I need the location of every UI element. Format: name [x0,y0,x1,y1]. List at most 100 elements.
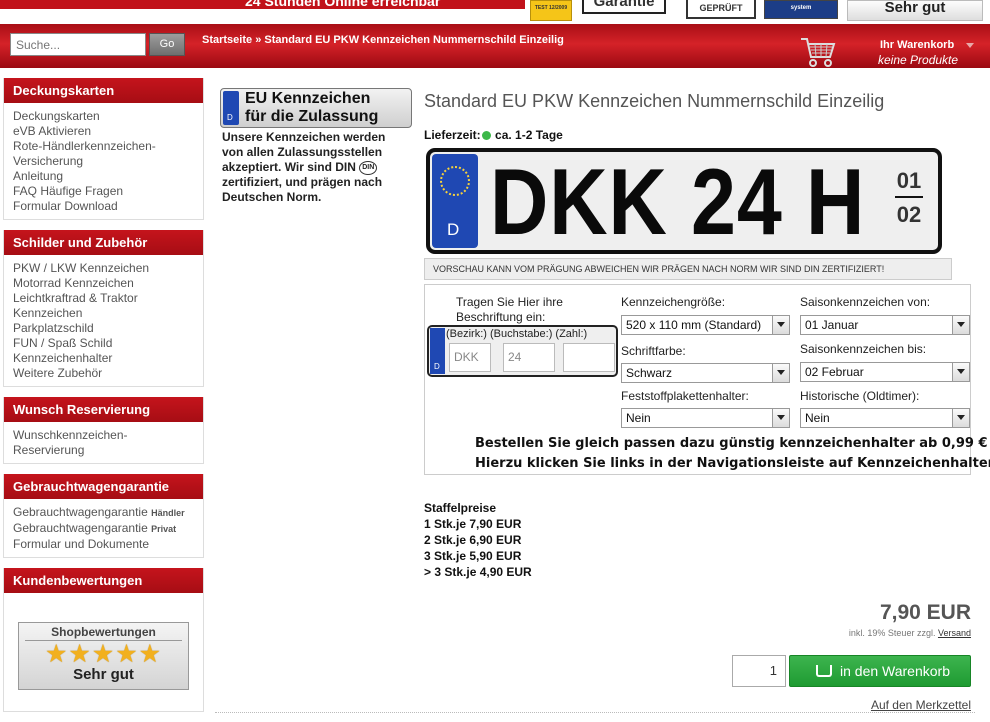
geprueft-badge: GEPRÜFT [686,0,756,19]
sidebar-item[interactable]: Rote-Händlerkennzeichen- [13,139,194,154]
plate-input: D (Bezirk:) (Buchstabe:) (Zahl:) DKK 24 [427,325,618,377]
sidebar-item[interactable]: Reservierung [13,443,194,458]
sidebar-item[interactable]: Gebrauchtwagengarantie Händler [13,505,194,521]
plate-text: DKK 24 H [490,149,866,254]
search-input[interactable] [10,33,146,56]
zahl-input[interactable]: 24 [503,343,555,372]
sidebar-item[interactable]: Anleitung [13,169,194,184]
main-navbar: Go Startseite » Standard EU PKW Kennzeic… [0,24,990,68]
plate-season-mark: 01 02 [895,168,923,227]
eu-badge-title: EU Kennzeichen für die Zulassung [245,90,379,125]
saison-von-select[interactable]: 01 Januar [800,315,970,335]
merkzettel-link[interactable]: Auf den Merkzettel [860,698,971,712]
tier-price-row: 3 Stk.je 5,90 EUR [424,549,522,563]
sidebar-item[interactable]: Parkplatzschild [13,321,194,336]
basket-icon [816,665,832,677]
garantie-badge: Garantie [582,0,666,14]
sidebar-item[interactable]: FUN / Spaß Schild [13,336,194,351]
sidebar-item[interactable]: Gebrauchtwagengarantie Privat [13,521,194,537]
tier-price-row: 2 Stk.je 6,90 EUR [424,533,522,547]
sidebar-heading: Schilder und Zubehör [4,230,203,255]
sidebar-item[interactable]: Kennzeichen [13,306,194,321]
tier-price-row: > 3 Stk.je 4,90 EUR [424,565,532,579]
search-go-button[interactable]: Go [149,33,185,56]
sidebar-item[interactable]: eVB Aktivieren [13,124,194,139]
top-banner-text: 24 Stunden Online erreichbar [245,0,441,9]
eu-flag-icon: D [430,328,445,374]
groesse-select[interactable]: 520 x 110 mm (Standard) [621,315,790,335]
historisch-label: Historische (Oldtimer): [800,389,920,403]
sidebar-item[interactable]: Formular und Dokumente [13,537,194,552]
eu-plate-badge: D EU Kennzeichen für die Zulassung [220,88,412,128]
sehr-gut-badge[interactable]: Sehr gut [847,0,983,21]
sidebar-box-schilder: Schilder und Zubehör PKW / LKW Kennzeich… [3,230,204,387]
chevron-down-icon[interactable] [952,363,969,381]
tier-prices-title: Staffelpreise [424,501,497,515]
chevron-down-icon[interactable] [966,43,974,48]
sidebar-item[interactable]: Wunschkennzeichen- [13,428,194,443]
eu-flag-icon: D [223,91,239,125]
chevron-down-icon[interactable] [772,316,789,334]
promo-line: Hierzu klicken Sie links in der Navigati… [475,456,990,471]
buchstabe-input[interactable] [563,343,615,372]
promo-line: Bestellen Sie gleich passen dazu günstig… [475,436,988,451]
saison-bis-label: Saisonkennzeichen bis: [800,342,927,356]
schriftfarbe-label: Schriftfarbe: [621,344,686,358]
historisch-select[interactable]: Nein [800,408,970,428]
saison-bis-select[interactable]: 02 Februar [800,362,970,382]
preview-note: VORSCHAU KANN VOM PRÄGUNG ABWEICHEN WIR … [424,258,952,280]
top-banner: 24 Stunden Online erreichbar [0,0,525,9]
sidebar-item[interactable]: FAQ Häufige Fragen [13,184,194,199]
product-price: 7,90 EUR [879,601,971,624]
input-hint: Tragen Sie Hier ihre Beschriftung ein: [456,295,563,324]
sidebar: Deckungskarten Deckungskarten eVB Aktivi… [3,78,204,722]
plakette-label: Feststoffplakettenhalter: [621,389,749,403]
cart-status: keine Produkte [878,53,959,67]
sidebar-item[interactable]: Kennzeichenhalter [13,351,194,366]
sidebar-item[interactable]: PKW / LKW Kennzeichen [13,261,194,276]
divider [215,712,975,713]
tier-price-row: 1 Stk.je 7,90 EUR [424,517,522,531]
reviews-rating: Sehr gut [73,666,134,683]
plakette-select[interactable]: Nein [621,408,790,428]
sidebar-item[interactable]: Formular Download [13,199,194,214]
eu-badge-text: Unsere Kennzeichen werden von allen Zula… [222,130,386,204]
versand-link[interactable]: Versand [938,628,971,638]
shopping-cart-icon[interactable] [800,36,836,68]
sidebar-item[interactable]: Leichtkraftrad & Traktor [13,291,194,306]
status-dot-icon [481,131,491,140]
sidebar-item[interactable]: Versicherung [13,154,194,169]
system-badge: system [764,0,838,19]
sidebar-heading: Kundenbewertungen [4,568,203,593]
bezirk-input[interactable]: DKK [449,343,491,372]
breadcrumb[interactable]: Startseite » Standard EU PKW Kennzeichen… [202,34,564,46]
sidebar-item[interactable]: Motorrad Kennzeichen [13,276,194,291]
schriftfarbe-select[interactable]: Schwarz [621,363,790,383]
eu-flag-icon: D [432,154,478,248]
delivery-time: Lieferzeit: ca. 1-2 Tage [424,128,563,142]
chevron-down-icon[interactable] [952,316,969,334]
din-icon: DIN [359,160,378,175]
sidebar-item[interactable]: Deckungskarten [13,109,194,124]
sidebar-box-garantie: Gebrauchtwagengarantie Gebrauchtwagengar… [3,474,204,558]
sidebar-box-wunsch: Wunsch Reservierung Wunschkennzeichen- R… [3,397,204,464]
top-strip: 24 Stunden Online erreichbar TEST 12/200… [0,0,990,24]
plate-preview: D DKK 24 H 01 02 [426,148,942,254]
cart-title[interactable]: Ihr Warenkorb [880,39,954,51]
add-to-cart-button[interactable]: in den Warenkorb [789,655,971,687]
chevron-down-icon[interactable] [952,409,969,427]
sidebar-box-bewertungen: Kundenbewertungen Shopbewertungen ★★★★★ … [3,568,204,712]
chevron-down-icon[interactable] [772,364,789,382]
sidebar-heading: Wunsch Reservierung [4,397,203,422]
sidebar-heading: Deckungskarten [4,78,203,103]
shop-reviews-widget[interactable]: Shopbewertungen ★★★★★ Sehr gut [18,622,189,690]
tax-note: inkl. 19% Steuer zzgl. Versand [848,628,971,638]
chevron-down-icon[interactable] [772,409,789,427]
sidebar-item[interactable]: Weitere Zubehör [13,366,194,381]
page-title: Standard EU PKW Kennzeichen Nummernschil… [424,91,885,111]
plate-input-labels: (Bezirk:) (Buchstabe:) (Zahl:) [446,328,588,340]
saison-von-label: Saisonkennzeichen von: [800,295,931,309]
tier-prices: Staffelpreise 1 Stk.je 7,90 EUR 2 Stk.je… [424,500,532,580]
groesse-label: Kennzeichengröße: [621,295,726,309]
quantity-input[interactable]: 1 [732,655,786,687]
